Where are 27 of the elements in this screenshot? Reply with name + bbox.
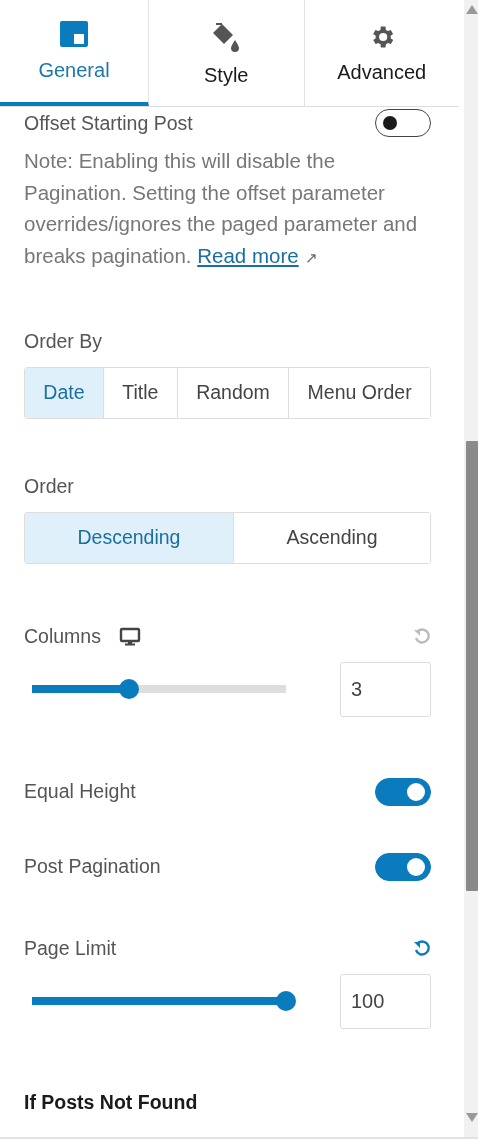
note-text: Note: Enabling this will disable the Pagination. Setting the offset parameter overrides/ignores the paged parameter and breaks pagination. Read more ↗ bbox=[24, 148, 419, 270]
section-heading: If Posts Not Found bbox=[24, 1090, 199, 1114]
number-input[interactable]: 100 bbox=[340, 973, 431, 1029]
setting-label: Offset Starting Post bbox=[24, 111, 193, 135]
toggle-switch[interactable] bbox=[375, 852, 431, 881]
setting-label: Post Pagination bbox=[24, 855, 161, 879]
setting-label: Order By bbox=[24, 329, 104, 353]
toggle-switch[interactable] bbox=[375, 109, 431, 137]
layout-icon bbox=[60, 20, 88, 49]
slider-thumb[interactable] bbox=[276, 991, 296, 1012]
segment-option[interactable]: Date bbox=[25, 367, 104, 418]
external-link-icon: ↗ bbox=[304, 249, 318, 267]
slider-thumb[interactable] bbox=[118, 679, 139, 700]
setting-label: Order bbox=[24, 474, 75, 498]
reset-icon[interactable] bbox=[413, 939, 431, 958]
scroll-down-icon[interactable] bbox=[466, 1113, 478, 1123]
tab[interactable]: General bbox=[0, 0, 149, 106]
scroll-up-icon[interactable] bbox=[466, 4, 478, 14]
setting-label: Page Limit bbox=[24, 936, 117, 960]
setting-label: Equal Height bbox=[24, 780, 136, 804]
toggle-switch[interactable] bbox=[375, 777, 431, 806]
desktop-icon[interactable] bbox=[118, 626, 141, 646]
segment-option[interactable]: Descending bbox=[25, 512, 234, 563]
setting-label: Columns bbox=[24, 624, 101, 648]
number-input[interactable]: 3 bbox=[340, 661, 431, 717]
read-more-link[interactable]: Read more bbox=[197, 244, 299, 268]
scrollbar-thumb[interactable] bbox=[466, 441, 478, 891]
